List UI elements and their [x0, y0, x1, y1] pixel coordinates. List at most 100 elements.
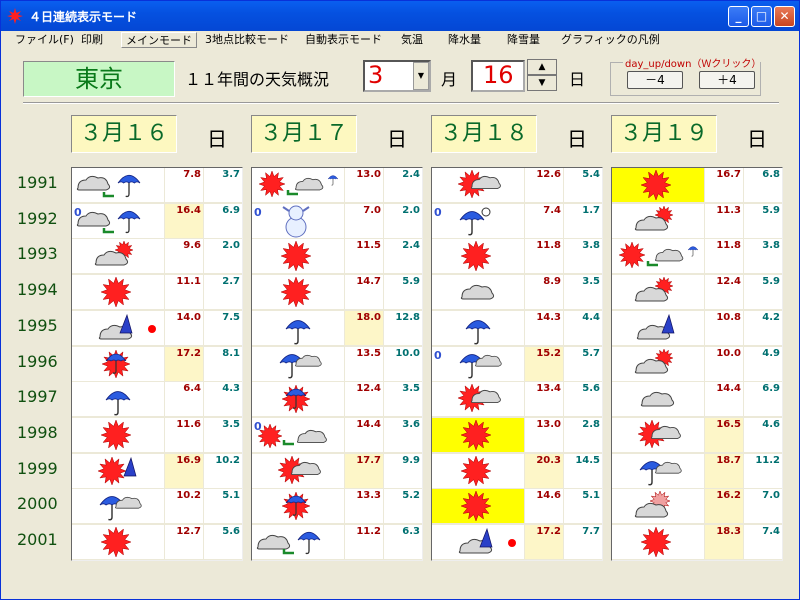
minus-4-button[interactable]: －4	[627, 71, 683, 89]
year-label: 1993	[17, 244, 58, 264]
menu-auto-display[interactable]: 自動表示モード	[301, 32, 386, 48]
weather-icon-cell[interactable]: 0	[432, 203, 524, 238]
menu-temperature[interactable]: 気温	[397, 32, 427, 48]
precipitation-value: 5.9	[402, 276, 420, 288]
weather-icon-cell[interactable]	[72, 168, 164, 202]
weather-icon-cell[interactable]	[612, 525, 704, 559]
umbrella-wind-icon	[459, 207, 491, 236]
city-name: 東京	[23, 61, 175, 97]
precipitation-value: 3.5	[582, 276, 600, 288]
table-row: 16.5 4.6	[612, 417, 782, 453]
maximize-button[interactable]: □	[751, 6, 772, 27]
menu-file[interactable]: ファイル(F)	[11, 32, 78, 48]
menu-3point-compare[interactable]: 3地点比較モード	[201, 32, 293, 48]
temperature-value: 18.0	[356, 311, 381, 323]
weather-icon-cell[interactable]	[72, 239, 164, 274]
umbrella-cloud-icon	[279, 353, 322, 378]
weather-icon-cell[interactable]	[72, 382, 164, 417]
temperature-cell: 11.1	[165, 275, 203, 310]
weather-icon-cell[interactable]	[612, 382, 704, 417]
weather-icon-cell[interactable]	[432, 275, 524, 310]
menu-main-mode[interactable]: メインモード	[121, 32, 197, 48]
weather-icon-cell[interactable]: 0	[252, 203, 344, 238]
precipitation-value: 3.8	[582, 240, 600, 252]
weather-icon-cell[interactable]	[612, 203, 704, 238]
minimize-button[interactable]: _	[728, 6, 749, 27]
weather-icon-cell[interactable]	[252, 382, 344, 417]
temperature-value: 10.2	[176, 490, 201, 502]
temperature-cell: 16.9	[165, 453, 203, 488]
title-bar[interactable]: ４日連続表示モード _ □ ✕	[1, 1, 799, 31]
weather-icon-cell[interactable]	[72, 310, 164, 345]
menu-graphic-legend[interactable]: グラフィックの凡例	[557, 32, 664, 48]
day-down-icon[interactable]: ▼	[527, 75, 557, 91]
menu-bar: ファイル(F) 印刷 メインモード 3地点比較モード 自動表示モード 気温 降水…	[1, 31, 799, 49]
table-row: 12.7 5.6	[72, 525, 242, 560]
weather-icon-cell[interactable]	[612, 239, 704, 274]
month-select[interactable]: 3 ▼	[363, 60, 431, 92]
weather-icon-cell[interactable]	[612, 346, 704, 381]
precipitation-cell: 6.8	[744, 168, 782, 202]
sun-icon	[100, 419, 132, 451]
weather-icon-cell[interactable]	[432, 453, 524, 488]
sun-cloud-icon	[257, 423, 327, 449]
weather-icon-cell[interactable]	[612, 310, 704, 345]
weather-icon-cell[interactable]	[252, 453, 344, 488]
weather-icon-cell[interactable]	[252, 275, 344, 310]
day-input[interactable]: 16	[471, 60, 525, 92]
weather-icon-cell[interactable]: 0	[72, 203, 164, 238]
weather-icon-cell[interactable]	[432, 239, 524, 274]
weather-icon-cell[interactable]	[432, 489, 524, 524]
weather-icon-cell[interactable]	[72, 525, 164, 559]
precipitation-value: 8.1	[222, 347, 240, 359]
precipitation-cell: 5.7	[564, 346, 602, 381]
precipitation-cell: 8.1	[204, 346, 242, 381]
precipitation-value: 14.5	[575, 454, 600, 466]
precipitation-value: 3.5	[402, 383, 420, 395]
weather-icon-cell[interactable]: 0	[252, 417, 344, 452]
weather-icon-cell[interactable]	[252, 489, 344, 524]
weather-icon-cell[interactable]	[432, 525, 524, 559]
temperature-cell: 13.4	[525, 382, 563, 417]
weather-icon-cell[interactable]	[72, 346, 164, 381]
weather-icon-cell[interactable]	[432, 417, 524, 452]
weather-icon-cell[interactable]	[72, 489, 164, 524]
precipitation-cell: 11.2	[744, 453, 782, 488]
weather-icon-cell[interactable]	[432, 310, 524, 345]
temperature-cell: 9.6	[165, 239, 203, 274]
plus-4-button[interactable]: ＋4	[699, 71, 755, 89]
menu-snowfall[interactable]: 降雪量	[503, 32, 544, 48]
table-row: 16.9 10.2	[72, 453, 242, 489]
day-grid-3: 12.6 5.4 0 7.4 1.7 11.8 3.8 8.9 3.5 14.3 4.4 0 15.2 5…	[431, 167, 603, 561]
weather-icon-cell[interactable]	[432, 382, 524, 417]
temperature-cell: 20.3	[525, 453, 563, 488]
day-up-icon[interactable]: ▲	[527, 59, 557, 75]
weather-icon-cell[interactable]	[612, 275, 704, 310]
weather-icon-cell[interactable]	[612, 453, 704, 488]
weather-icon-cell[interactable]	[612, 489, 704, 524]
weather-icon-cell[interactable]	[72, 453, 164, 488]
weather-icon-cell[interactable]	[252, 346, 344, 381]
precipitation-value: 12.8	[395, 311, 420, 323]
weather-icon-cell[interactable]	[72, 417, 164, 452]
table-row: 10.0 4.9	[612, 346, 782, 382]
weather-icon-cell[interactable]	[72, 275, 164, 310]
weather-icon-cell[interactable]: 0	[432, 346, 524, 381]
menu-precipitation[interactable]: 降水量	[444, 32, 485, 48]
menu-print[interactable]: 印刷	[77, 32, 107, 48]
temperature-value: 17.2	[176, 347, 201, 359]
weather-icon-cell[interactable]	[252, 168, 344, 202]
weather-icon-cell[interactable]	[612, 168, 704, 202]
umbrella-cloud-icon	[459, 353, 502, 378]
weather-icon-cell[interactable]	[252, 310, 344, 345]
temperature-value: 13.5	[356, 347, 381, 359]
summary-label: １１年間の天気概況	[185, 70, 330, 89]
weather-icon-cell[interactable]	[252, 525, 344, 559]
chevron-down-icon[interactable]: ▼	[413, 62, 429, 90]
weather-icon-cell[interactable]	[612, 417, 704, 452]
weather-icon-cell[interactable]	[432, 168, 524, 202]
weather-icon-cell[interactable]	[252, 239, 344, 274]
precipitation-value: 5.4	[582, 169, 600, 180]
close-button[interactable]: ✕	[774, 6, 795, 27]
table-row: 13.0 2.4	[252, 168, 422, 203]
